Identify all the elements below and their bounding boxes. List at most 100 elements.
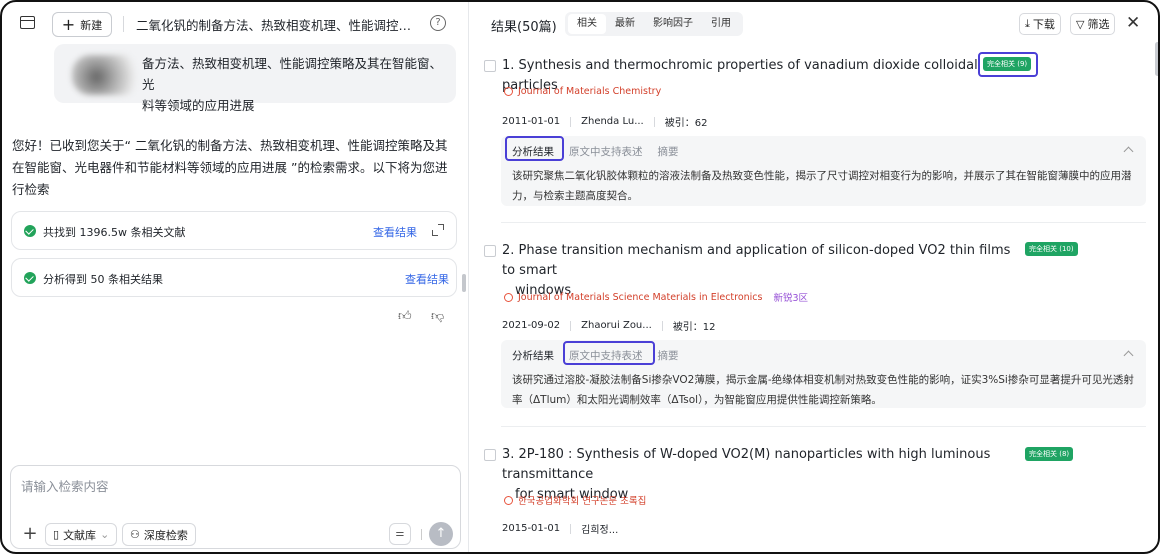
results-title: 结果(50篇) — [491, 20, 557, 35]
view-results-link[interactable]: 查看结果 — [405, 271, 449, 287]
app-window: + 新建 二氧化钒的制备方法、热致相变机理、性能调控策略及其在智能窗、光电器件和… — [0, 0, 1160, 554]
authors: 김희정... — [581, 525, 619, 536]
result-divider — [501, 222, 1146, 223]
attach-plus-icon[interactable]: + — [20, 525, 40, 545]
check-circle-icon — [24, 272, 36, 284]
divider — [570, 320, 572, 331]
publish-date: 2015-01-01 — [502, 523, 561, 534]
download-label: 下载 — [1032, 18, 1055, 31]
publish-date: 2011-01-01 — [502, 116, 561, 127]
send-button[interactable]: ↑ — [429, 522, 453, 546]
thumbs-down-icon[interactable]: 👎︎ — [431, 309, 444, 324]
journal-icon — [504, 87, 513, 96]
analysis-text: 该研究通过溶胶-凝胶法制备Si掺杂VO2薄膜，揭示金属-绝缘体相变机制对热致变色… — [512, 374, 1134, 406]
pane-resize-handle[interactable] — [462, 274, 466, 292]
new-chat-label: 新建 — [80, 18, 103, 32]
search-step-card: 共找到 1396.5w 条相关文献 查看结果 — [11, 211, 457, 250]
library-selector[interactable]: ▯ 文献库 ⌄ — [45, 523, 118, 546]
close-icon[interactable]: ✕ — [1126, 15, 1140, 32]
result-checkbox[interactable] — [484, 449, 496, 461]
journal-icon — [504, 495, 513, 505]
library-label: 文献库 — [63, 528, 97, 542]
step-text: 分析得到 50 条相关结果 — [43, 273, 163, 286]
result-divider — [501, 426, 1146, 427]
analysis-panel: 分析结果 原文中支持表述 摘要 该研究聚焦二氧化钒胶体颗粒的溶液法制备及热致变色… — [501, 136, 1146, 206]
deep-search-icon: ⚇ — [130, 528, 140, 541]
plus-icon: + — [61, 14, 76, 34]
tab-abstract[interactable]: 摘要 — [658, 144, 679, 159]
deep-search-label: 深度检索 — [143, 528, 188, 542]
tab-relevance[interactable]: 相关 — [568, 14, 606, 34]
result-title-text: 3. 2P-180 : Synthesis of W-doped VO2(M) … — [502, 447, 991, 482]
blurred-avatar — [72, 55, 142, 95]
result-meta: 2011-01-01 Zhenda Lu... 被引：62 — [502, 114, 707, 129]
user-query-bubble: 备方法、热致相变机理、性能调控策略及其在智能窗、光 料等领域的应用进展 — [54, 44, 456, 113]
result-title-text: 2. Phase transition mechanism and applic… — [502, 243, 1011, 278]
citation-count: 被引：12 — [672, 322, 716, 333]
user-query-text: 备方法、热致相变机理、性能调控策略及其在智能窗、光 料等领域的应用进展 — [142, 53, 448, 116]
scrollbar[interactable] — [1155, 42, 1158, 76]
tab-abstract[interactable]: 摘要 — [658, 348, 679, 363]
chevron-down-icon: ⌄ — [100, 528, 110, 541]
settings-sliders-icon[interactable]: ⚌ — [389, 523, 411, 545]
highlight-box — [978, 52, 1038, 77]
tab-analysis[interactable]: 分析结果 — [512, 348, 554, 363]
publish-date: 2021-09-02 — [502, 320, 561, 331]
divider — [661, 320, 663, 331]
highlight-box — [505, 136, 564, 161]
filter-button[interactable]: ▽ 筛选 — [1070, 13, 1116, 35]
divider — [123, 16, 124, 32]
help-icon[interactable]: ? — [430, 15, 446, 31]
zone-tag: 新锐3区 — [773, 293, 809, 304]
filter-icon: ▽ — [1076, 17, 1085, 31]
journal-source[interactable]: Journal of Materials Science Materials i… — [504, 290, 808, 304]
result-checkbox[interactable] — [484, 245, 496, 257]
view-results-link[interactable]: 查看结果 — [373, 224, 417, 240]
authors: Zhaorui Zou... — [581, 320, 652, 331]
query-input-placeholder: 请输入检索内容 — [21, 479, 109, 494]
journal-source[interactable]: 한국공업화학회 연구논문 초록집 — [504, 493, 646, 507]
filter-label: 筛选 — [1087, 18, 1110, 31]
download-button[interactable]: ⤓ 下载 — [1019, 13, 1061, 35]
collapse-icon[interactable] — [1123, 350, 1134, 361]
result-checkbox[interactable] — [484, 60, 496, 72]
divider — [421, 529, 422, 540]
tab-supporting-text[interactable]: 原文中支持表述 — [569, 144, 643, 159]
assistant-reply: 您好！已收到您关于“ 二氧化钒的制备方法、热致相变机理、性能调控策略及其在智能窗… — [12, 138, 448, 197]
document-icon: ▯ — [53, 528, 60, 541]
divider — [570, 116, 572, 127]
result-meta: 2021-09-02 Zhaorui Zou... 被引：12 — [502, 318, 716, 333]
journal-name: Journal of Materials Science Materials i… — [518, 291, 763, 303]
query-input-box[interactable]: 请输入检索内容 + ▯ 文献库 ⌄ ⚇ 深度检索 ⚌ ↑ — [10, 465, 461, 549]
chat-pane: + 新建 二氧化钒的制备方法、热致相变机理、性能调控策略及其在智能窗、光电器件和… — [2, 2, 464, 552]
journal-name: Journal of Materials Chemistry — [518, 86, 662, 97]
tab-impact-factor[interactable]: 影响因子 — [644, 14, 702, 34]
journal-name: 한국공업화학회 연구논문 초록집 — [518, 496, 647, 507]
step-text: 共找到 1396.5w 条相关文献 — [43, 226, 186, 239]
results-pane: 结果(50篇) 相关 最新 影响因子 引用 ⤓ 下载 ▽ 筛选 ✕ 1. Syn… — [469, 2, 1158, 552]
expand-icon[interactable] — [432, 224, 444, 236]
user-query-line: 备方法、热致相变机理、性能调控策略及其在智能窗、光 — [142, 56, 443, 92]
new-chat-button[interactable]: + 新建 — [52, 12, 112, 37]
analysis-step-card: 分析得到 50 条相关结果 查看结果 — [11, 258, 457, 297]
check-circle-icon — [24, 225, 36, 237]
download-icon: ⤓ — [1025, 17, 1030, 30]
chat-topbar: + 新建 二氧化钒的制备方法、热致相变机理、性能调控策略及其在智能窗、光电器件和… — [2, 2, 464, 46]
conversation-title: 二氧化钒的制备方法、热致相变机理、性能调控策略及其在智能窗、光电器件和节能材料等… — [136, 18, 418, 33]
citation-count: 被引：62 — [664, 118, 708, 129]
highlight-box — [563, 341, 655, 365]
user-query-line: 料等领域的应用进展 — [142, 98, 255, 113]
sidebar-toggle-icon[interactable] — [20, 16, 35, 29]
collapse-icon[interactable] — [1123, 146, 1134, 157]
relevance-badge: 完全相关 (8) — [1025, 447, 1074, 461]
tab-citations[interactable]: 引用 — [702, 14, 740, 34]
authors: Zhenda Lu... — [581, 116, 644, 127]
thumbs-up-icon[interactable]: 👍︎ — [398, 309, 412, 324]
deep-search-toggle[interactable]: ⚇ 深度检索 — [122, 523, 196, 546]
analysis-text: 该研究聚焦二氧化钒胶体颗粒的溶液法制备及热致变色性能，揭示了尺寸调控对相变行为的… — [512, 170, 1132, 202]
divider — [570, 523, 572, 534]
journal-source[interactable]: Journal of Materials Chemistry — [504, 86, 661, 97]
sort-tabs: 相关 最新 影响因子 引用 — [565, 12, 743, 36]
tab-latest[interactable]: 最新 — [606, 14, 644, 34]
divider — [653, 116, 655, 127]
